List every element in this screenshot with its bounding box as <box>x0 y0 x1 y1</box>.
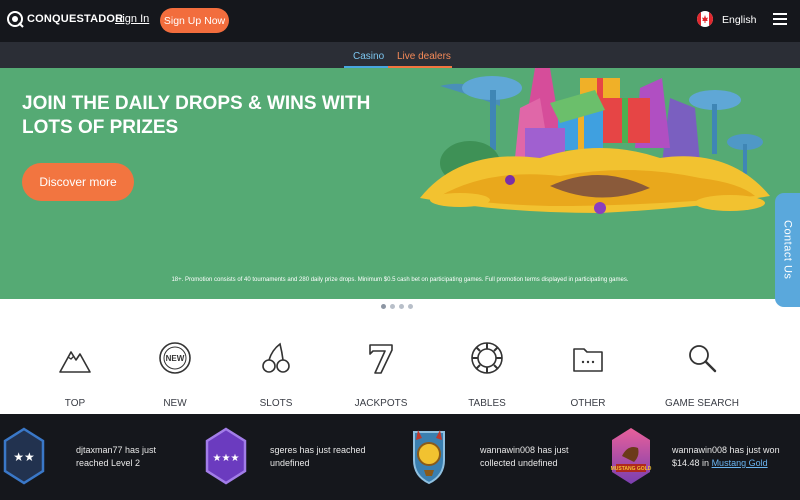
category-label: TABLES <box>468 398 506 409</box>
sign-up-button[interactable]: Sign Up Now <box>160 8 229 33</box>
activity-item: wannawin008 has just collected undefined <box>480 444 569 470</box>
category-jackpots[interactable]: JACKPOTS <box>336 340 426 409</box>
logo-mark-icon <box>7 11 24 28</box>
category-tables[interactable]: TABLES <box>442 340 532 409</box>
category-label: NEW <box>163 398 187 409</box>
activity-line: $14.48 in Mustang Gold <box>672 457 780 470</box>
language-selector[interactable]: English <box>722 14 756 26</box>
carousel-dot[interactable] <box>381 304 386 309</box>
svg-text:NEW: NEW <box>166 354 185 363</box>
contact-us-tab[interactable]: Contact Us <box>775 193 800 307</box>
sign-in-link[interactable]: Sign In <box>115 13 149 25</box>
logo-text: CONQUESTADOR <box>27 13 124 25</box>
tab-live-dealers[interactable]: Live dealers <box>397 51 451 62</box>
activity-item: sgeres has just reached undefined <box>270 444 366 470</box>
activity-line: sgeres has just reached <box>270 445 366 455</box>
activity-line: undefined <box>270 458 310 468</box>
category-other[interactable]: OTHER <box>543 340 633 409</box>
tab-casino[interactable]: Casino <box>353 51 384 62</box>
svg-text:★★: ★★ <box>13 450 35 464</box>
activity-line: djtaxman77 has just <box>76 445 157 455</box>
promo-title: JOIN THE DAILY DROPS & WINS WITH LOTS OF… <box>22 93 371 138</box>
promo-disclaimer: 18+. Promotion consists of 40 tournament… <box>171 277 629 283</box>
category-label: TOP <box>64 398 86 409</box>
activity-item: wannawin008 has just won $14.48 in Musta… <box>672 444 780 470</box>
new-badge-icon: NEW <box>159 342 191 374</box>
sub-navigation: Casino Live dealers <box>0 42 800 68</box>
activity-line: wannawin008 has just won <box>672 445 780 455</box>
mustang-gold-game-icon[interactable]: MUSTANG GOLD <box>610 426 652 486</box>
folder-icon <box>573 348 603 372</box>
category-top[interactable]: TOP <box>30 340 120 409</box>
treasure-pile-illustration <box>420 68 770 214</box>
two-star-level-icon: ★★ <box>3 427 45 485</box>
logo[interactable]: CONQUESTADOR <box>6 10 123 28</box>
recent-activity-strip: ★★ djtaxman77 has just reached Level 2 ★… <box>0 414 800 500</box>
activity-item: djtaxman77 has just reached Level 2 <box>76 444 156 470</box>
hamburger-menu-icon[interactable] <box>773 13 787 25</box>
category-slots[interactable]: SLOTS <box>231 340 321 409</box>
category-label: JACKPOTS <box>354 398 408 409</box>
chip-icon <box>471 342 503 374</box>
seven-icon <box>369 344 393 374</box>
carousel-dot[interactable] <box>408 304 413 309</box>
activity-line: wannawin008 has just <box>480 445 569 455</box>
activity-amount: $14.48 in <box>672 458 710 468</box>
cherries-icon <box>262 342 290 373</box>
mountain-icon <box>59 351 91 373</box>
three-star-level-icon: ★★★ <box>205 427 247 485</box>
contact-us-label: Contact Us <box>781 220 794 280</box>
top-header: CONQUESTADOR Sign In Sign Up Now English <box>0 0 800 42</box>
canada-flag-icon[interactable] <box>697 11 713 27</box>
carousel-dot[interactable] <box>399 304 404 309</box>
activity-line: reached Level 2 <box>76 458 141 468</box>
activity-line: collected undefined <box>480 458 558 468</box>
promo-banner: JOIN THE DAILY DROPS & WINS WITH LOTS OF… <box>0 68 800 299</box>
magnifier-icon <box>689 345 717 373</box>
category-game-search[interactable]: GAME SEARCH <box>657 340 747 409</box>
discover-more-button[interactable]: Discover more <box>22 163 134 201</box>
svg-text:★★★: ★★★ <box>213 453 240 464</box>
category-label: GAME SEARCH <box>665 398 739 409</box>
category-label: SLOTS <box>259 398 293 409</box>
category-label: OTHER <box>570 398 606 409</box>
mustang-gold-link[interactable]: Mustang Gold <box>712 458 768 468</box>
mustang-gold-badge-text: MUSTANG GOLD <box>611 466 652 472</box>
carousel-dot[interactable] <box>390 304 395 309</box>
category-new[interactable]: NEW NEW <box>130 340 220 409</box>
carousel-dots <box>381 304 413 309</box>
trophy-shield-icon <box>413 430 445 485</box>
